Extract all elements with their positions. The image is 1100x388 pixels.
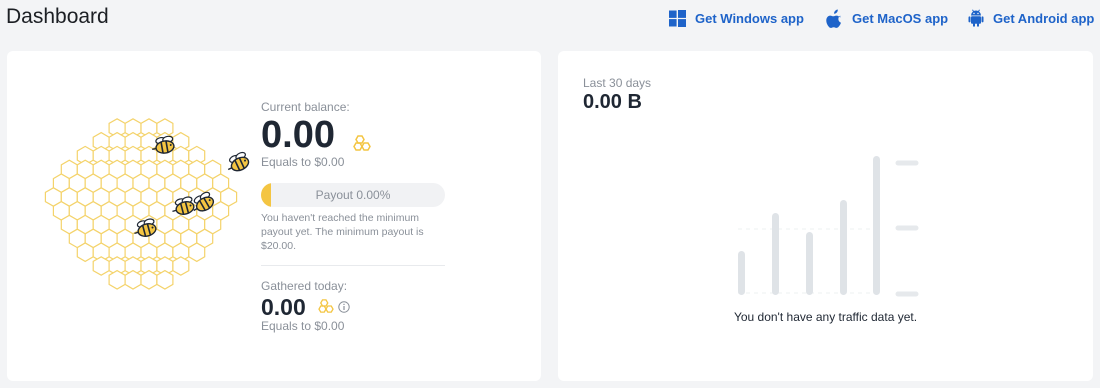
traffic-total-value: 0.00 B bbox=[583, 91, 642, 113]
get-android-app-label: Get Android app bbox=[993, 10, 1095, 26]
get-macos-app-label: Get MacOS app bbox=[852, 10, 949, 26]
minimum-payout-note: You haven't reached the minimum payout y… bbox=[261, 212, 424, 252]
traffic-empty-message: You don't have any traffic data yet. bbox=[733, 310, 918, 324]
honeycomb-cell bbox=[124, 269, 142, 290]
traffic-placeholder-chart bbox=[738, 156, 919, 297]
current-balance-label: Current balance: bbox=[261, 100, 350, 114]
placeholder-bar bbox=[873, 156, 880, 295]
gathered-today-label: Gathered today: bbox=[261, 279, 348, 293]
bee-icon bbox=[227, 151, 250, 172]
honeycomb-cell bbox=[172, 256, 190, 276]
traffic-card: Last 30 days 0.00 B You don't have any t… bbox=[558, 51, 1093, 381]
apple-icon bbox=[826, 9, 843, 28]
honeycomb-cell bbox=[156, 269, 174, 290]
current-balance-equals: Equals to $0.00 bbox=[261, 155, 345, 169]
get-android-app-link[interactable]: Get Android app bbox=[968, 8, 1094, 28]
get-macos-app-link[interactable]: Get MacOS app bbox=[826, 8, 948, 28]
honey-coin-icon bbox=[353, 135, 371, 151]
balance-card: Current balance: 0.00 Equals to $0.00 Pa… bbox=[7, 51, 541, 381]
honeycomb-cell bbox=[188, 242, 206, 263]
honeycomb-cell bbox=[140, 269, 158, 290]
info-icon[interactable] bbox=[338, 301, 350, 313]
payout-progress-text: Payout 0.00% bbox=[315, 188, 391, 202]
placeholder-bar bbox=[738, 251, 745, 295]
placeholder-bar bbox=[806, 232, 813, 295]
gathered-today-value: 0.00 bbox=[261, 294, 306, 320]
honeycomb-cell bbox=[76, 242, 94, 263]
placeholder-bar bbox=[840, 200, 847, 295]
traffic-period-label: Last 30 days bbox=[583, 76, 652, 90]
windows-icon bbox=[669, 9, 686, 27]
honeycomb-cell bbox=[92, 256, 110, 276]
get-windows-app-label: Get Windows app bbox=[695, 10, 804, 26]
placeholder-bar bbox=[772, 213, 779, 295]
get-windows-app-link[interactable]: Get Windows app bbox=[669, 8, 804, 28]
honeycomb-illustration bbox=[44, 118, 250, 290]
page-title: Dashboard bbox=[6, 5, 109, 28]
current-balance-value: 0.00 bbox=[261, 114, 335, 156]
gathered-today-equals: Equals to $0.00 bbox=[261, 319, 345, 333]
top-bar: Dashboard Get Windows app Get MacOS app bbox=[0, 0, 1100, 40]
honeycomb-cell bbox=[108, 269, 126, 290]
payout-progress-bar: Payout 0.00% bbox=[261, 183, 445, 207]
honey-coin-icon bbox=[318, 299, 334, 313]
divider bbox=[261, 265, 445, 266]
android-icon bbox=[968, 9, 984, 27]
